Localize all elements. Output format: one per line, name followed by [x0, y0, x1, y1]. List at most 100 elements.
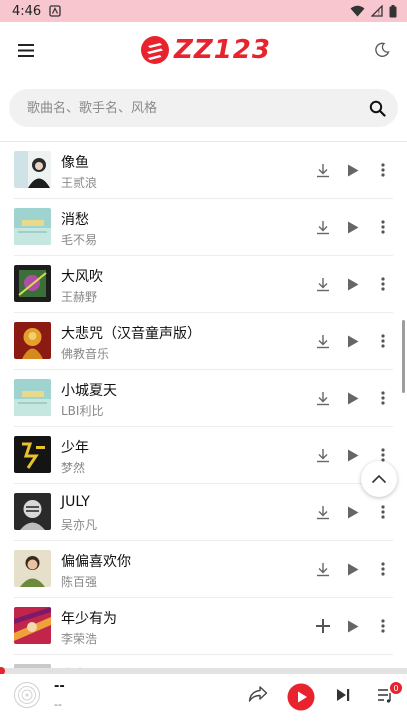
download-icon	[317, 334, 329, 348]
play-icon	[348, 563, 359, 575]
battery-icon	[389, 4, 397, 17]
song-row[interactable]: 消愁 毛不易	[14, 199, 393, 256]
next-track-button[interactable]	[336, 688, 350, 702]
play-button[interactable]	[345, 219, 361, 235]
song-row[interactable]: JULY 吴亦凡	[14, 484, 393, 541]
more-vertical-icon	[381, 334, 385, 348]
notification-icon	[49, 5, 61, 17]
album-cover	[14, 379, 51, 416]
more-button[interactable]	[375, 618, 391, 634]
search-icon[interactable]	[369, 100, 386, 117]
app-bar: ZZ123	[0, 22, 407, 78]
menu-button[interactable]	[18, 39, 40, 61]
play-icon	[348, 449, 359, 461]
song-title: 消愁	[61, 212, 89, 228]
wifi-icon	[350, 5, 365, 17]
play-icon	[348, 278, 359, 290]
more-button[interactable]	[375, 219, 391, 235]
song-title: 像鱼	[61, 155, 89, 171]
more-button[interactable]	[375, 162, 391, 178]
song-title: 少年	[61, 440, 89, 456]
download-button[interactable]	[315, 447, 331, 463]
song-title: 大风吹	[61, 269, 103, 285]
more-button[interactable]	[375, 333, 391, 349]
song-artist: 吴亦凡	[61, 518, 98, 532]
song-artist: 佛教音乐	[61, 347, 110, 361]
download-icon	[317, 220, 329, 234]
song-title: 年少有为	[61, 611, 117, 627]
song-row[interactable]: 大悲咒（汉音童声版） 佛教音乐	[14, 313, 393, 370]
song-artist: 陈百强	[61, 575, 98, 589]
more-vertical-icon	[381, 448, 385, 462]
download-button[interactable]	[315, 219, 331, 235]
dark-mode-button[interactable]	[371, 39, 393, 61]
song-artist: LBI利比	[61, 404, 104, 418]
song-row[interactable]: 像鱼 王贰浪	[14, 142, 393, 199]
scroll-to-top-button[interactable]	[361, 461, 397, 497]
album-disc-icon[interactable]	[14, 682, 40, 708]
more-vertical-icon	[381, 163, 385, 177]
song-row[interactable]: 大风吹 王赫野	[14, 256, 393, 313]
album-cover	[14, 151, 51, 188]
more-button[interactable]	[375, 276, 391, 292]
download-button[interactable]	[315, 561, 331, 577]
search-input[interactable]	[25, 99, 349, 117]
scrollbar-thumb[interactable]	[402, 320, 405, 393]
play-button[interactable]	[345, 618, 361, 634]
song-list: 像鱼 王贰浪 消愁 毛不易 大风吹 王赫野 大悲咒（汉音童声版） 佛教音乐 小城…	[0, 141, 407, 669]
download-button[interactable]	[315, 333, 331, 349]
song-artist: 毛不易	[61, 233, 98, 247]
download-button[interactable]	[315, 504, 331, 520]
play-icon	[348, 392, 359, 404]
download-button[interactable]	[315, 162, 331, 178]
play-button[interactable]	[345, 561, 361, 577]
play-button[interactable]	[345, 162, 361, 178]
queue-count-badge: 0	[390, 682, 402, 694]
album-cover	[14, 607, 51, 644]
play-pause-button[interactable]	[287, 683, 315, 711]
more-vertical-icon	[381, 505, 385, 519]
play-button[interactable]	[345, 447, 361, 463]
song-row[interactable]: 大鱼	[14, 655, 393, 669]
download-icon	[317, 163, 329, 177]
download-icon	[317, 391, 329, 405]
play-button[interactable]	[345, 276, 361, 292]
download-icon	[317, 448, 329, 462]
hamburger-menu-icon	[18, 43, 34, 57]
more-button[interactable]	[375, 504, 391, 520]
chevron-up-icon	[371, 474, 387, 484]
album-cover	[14, 322, 51, 359]
album-cover	[14, 265, 51, 302]
svg-text:!: !	[378, 9, 381, 17]
skip-next-icon	[337, 689, 350, 701]
song-title: 大悲咒（汉音童声版）	[61, 326, 201, 342]
album-cover	[14, 436, 51, 473]
play-button[interactable]	[345, 504, 361, 520]
song-row[interactable]: 小城夏天 LBI利比	[14, 370, 393, 427]
song-artist: 王贰浪	[61, 176, 98, 190]
song-artist: 王赫野	[61, 290, 98, 304]
mini-player: -- --	[0, 674, 407, 723]
download-button[interactable]	[315, 276, 331, 292]
more-button[interactable]	[375, 561, 391, 577]
add-button[interactable]	[315, 618, 331, 634]
album-cover	[14, 208, 51, 245]
song-row[interactable]: 年少有为 李荣浩	[14, 598, 393, 655]
status-bar: 4:46 !	[0, 0, 407, 22]
play-circle-icon	[287, 683, 315, 711]
more-vertical-icon	[381, 220, 385, 234]
moon-icon	[375, 42, 390, 57]
play-button[interactable]	[345, 390, 361, 406]
song-title: 偏偏喜欢你	[61, 554, 131, 570]
song-row[interactable]: 偏偏喜欢你 陈百强	[14, 541, 393, 598]
play-icon	[348, 506, 359, 518]
play-button[interactable]	[345, 333, 361, 349]
album-cover	[14, 550, 51, 587]
song-row[interactable]: 少年 梦然	[14, 427, 393, 484]
share-button[interactable]	[248, 685, 268, 703]
more-button[interactable]	[375, 390, 391, 406]
more-vertical-icon	[381, 277, 385, 291]
download-button[interactable]	[315, 390, 331, 406]
now-playing-artist: --	[54, 698, 62, 711]
more-vertical-icon	[381, 562, 385, 576]
